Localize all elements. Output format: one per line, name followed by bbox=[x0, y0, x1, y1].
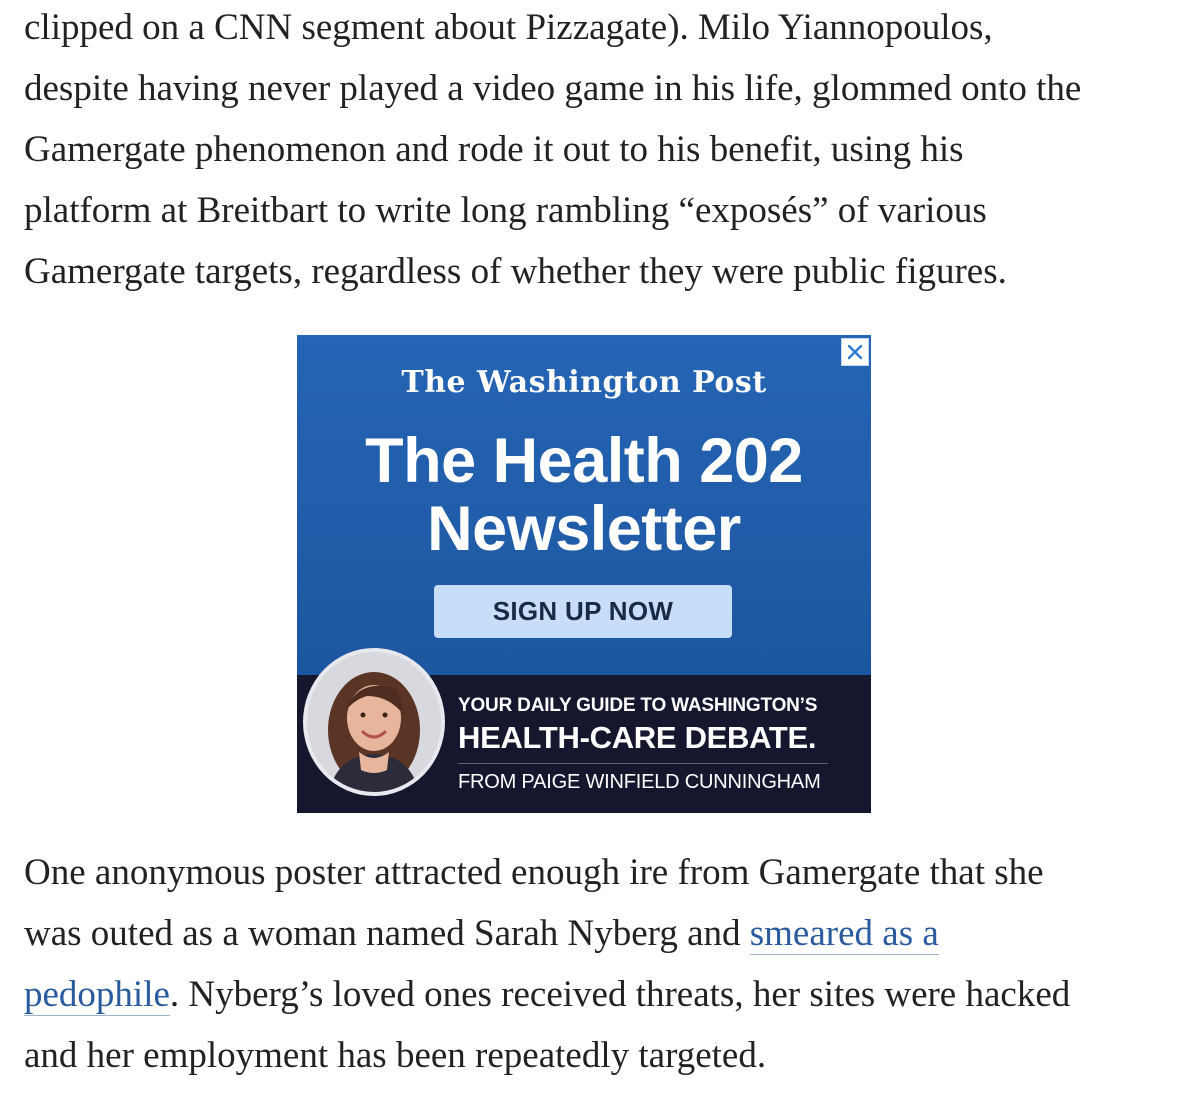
close-icon bbox=[847, 344, 863, 360]
paragraph-line: One anonymous poster attracted enough ir… bbox=[24, 852, 1044, 893]
paragraph-line: Gamergate targets, regardless of whether… bbox=[24, 251, 1007, 292]
paragraph-line: was outed as a woman named Sarah Nyberg … bbox=[24, 903, 1174, 964]
paragraph-line: Gamergate phenomenon and rode it out to … bbox=[24, 129, 964, 170]
paragraph-line: clipped on a CNN segment about Pizzagate… bbox=[24, 7, 993, 48]
author-portrait-icon bbox=[307, 652, 441, 792]
newsletter-ad[interactable]: The Washington Post The Health 202 Newsl… bbox=[297, 335, 871, 813]
paragraph-sarah-nyberg: One anonymous poster attracted enough ir… bbox=[24, 842, 1174, 1086]
article: clipped on a CNN segment about Pizzagate… bbox=[0, 0, 1200, 1108]
sign-up-button[interactable]: SIGN UP NOW bbox=[434, 585, 732, 638]
paragraph-line: despite having never played a video game… bbox=[24, 68, 1082, 109]
paragraph-gamergate-milo: clipped on a CNN segment about Pizzagate… bbox=[24, 0, 1174, 302]
ad-subtitle: YOUR DAILY GUIDE TO WASHINGTON’S bbox=[458, 695, 818, 716]
paragraph-text: was outed as a woman named Sarah Nyberg … bbox=[24, 913, 750, 954]
paragraph-text: . Nyberg’s loved ones received threats, … bbox=[169, 974, 1071, 1015]
ad-close-button[interactable] bbox=[841, 338, 869, 366]
ad-headline: The Health 202 Newsletter bbox=[297, 427, 871, 563]
ad-headline-line: Newsletter bbox=[427, 494, 741, 564]
paragraph-line: and her employment has been repeatedly t… bbox=[24, 1035, 767, 1076]
ad-subtitle-large: HEALTH-CARE DEBATE. bbox=[458, 720, 817, 755]
washington-post-logo: The Washington Post bbox=[401, 365, 767, 400]
paragraph-line: pedophile. Nyberg’s loved ones received … bbox=[24, 964, 1174, 1025]
ad-byline: FROM PAIGE WINFIELD CUNNINGHAM bbox=[458, 771, 821, 793]
smeared-link[interactable]: smeared as a bbox=[749, 913, 939, 955]
ad-headline-line: The Health 202 bbox=[365, 426, 803, 496]
smeared-link-continued[interactable]: pedophile bbox=[24, 974, 170, 1016]
ad-divider bbox=[458, 763, 828, 764]
paragraph-line: platform at Breitbart to write long ramb… bbox=[24, 190, 987, 231]
avatar bbox=[303, 648, 445, 796]
